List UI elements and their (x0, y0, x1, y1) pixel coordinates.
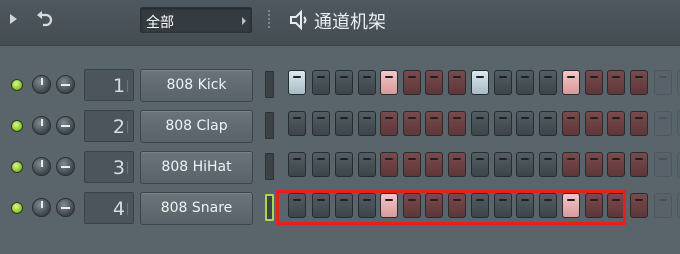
step-button[interactable] (585, 152, 603, 177)
step-button[interactable] (539, 111, 557, 136)
step-button[interactable] (312, 111, 330, 136)
category-dropdown[interactable]: 全部 (140, 7, 252, 33)
step-button[interactable] (630, 111, 648, 136)
channel-name-button[interactable]: 808 Clap (140, 110, 253, 143)
channel-number: 1 (112, 75, 125, 97)
step-button[interactable] (654, 70, 672, 95)
channel-name-button[interactable]: 808 Snare (140, 192, 253, 225)
step-button[interactable] (380, 111, 398, 136)
step-button[interactable] (335, 70, 353, 95)
step-button[interactable] (585, 111, 603, 136)
step-button[interactable] (471, 70, 489, 95)
step-button[interactable] (494, 70, 512, 95)
step-button[interactable] (380, 152, 398, 177)
channel-select-bar[interactable] (265, 153, 274, 180)
step-button[interactable] (539, 152, 557, 177)
pan-knob[interactable] (56, 75, 75, 94)
channel-row: 1 808 Kick (0, 66, 680, 107)
pan-knob[interactable] (56, 116, 75, 135)
step-button[interactable] (358, 152, 376, 177)
drag-grip-icon[interactable] (268, 10, 270, 30)
step-button[interactable] (335, 152, 353, 177)
step-button[interactable] (312, 152, 330, 177)
mixer-track-number[interactable]: 2 (84, 110, 134, 142)
dropdown-arrow-icon (242, 17, 246, 25)
mixer-track-number[interactable]: 1 (84, 69, 134, 101)
speaker-icon (290, 9, 307, 31)
step-button[interactable] (607, 70, 625, 95)
mute-led-icon[interactable] (11, 120, 23, 132)
step-button[interactable] (448, 70, 466, 95)
category-label: 全部 (146, 15, 174, 31)
step-button[interactable] (358, 70, 376, 95)
step-button[interactable] (448, 111, 466, 136)
pan-knob[interactable] (56, 157, 75, 176)
volume-knob[interactable] (32, 157, 51, 176)
step-button[interactable] (471, 152, 489, 177)
channel-select-bar[interactable] (265, 112, 274, 139)
channel-select-bar[interactable] (265, 194, 274, 221)
step-button[interactable] (312, 70, 330, 95)
step-button[interactable] (403, 70, 421, 95)
mute-led-icon[interactable] (11, 202, 23, 214)
step-button[interactable] (654, 152, 672, 177)
step-button[interactable] (494, 152, 512, 177)
step-button[interactable] (630, 70, 648, 95)
mixer-track-number[interactable]: 4 (84, 192, 134, 224)
step-button[interactable] (607, 152, 625, 177)
step-button[interactable] (403, 111, 421, 136)
mute-led-icon[interactable] (11, 161, 23, 173)
step-button[interactable] (403, 152, 421, 177)
step-button[interactable] (607, 111, 625, 136)
step-button[interactable] (654, 111, 672, 136)
step-button[interactable] (288, 152, 306, 177)
pan-knob[interactable] (56, 198, 75, 217)
mute-led-icon[interactable] (11, 79, 23, 91)
step-button[interactable] (516, 111, 534, 136)
step-button[interactable] (539, 70, 557, 95)
channel-number: 3 (112, 157, 125, 179)
step-button[interactable] (448, 152, 466, 177)
channel-rack-header: 全部 通道机架 (0, 0, 680, 46)
window-title: 通道机架 (314, 12, 386, 33)
step-button[interactable] (516, 70, 534, 95)
step-button[interactable] (562, 111, 580, 136)
highlight-box (276, 190, 626, 225)
volume-knob[interactable] (32, 198, 51, 217)
step-button[interactable] (425, 152, 443, 177)
channel-name-button[interactable]: 808 HiHat (140, 151, 253, 184)
step-button[interactable] (516, 152, 534, 177)
channel-row: 2 808 Clap (0, 107, 680, 148)
volume-knob[interactable] (32, 75, 51, 94)
step-button[interactable] (425, 111, 443, 136)
step-button[interactable] (630, 193, 648, 218)
step-button[interactable] (380, 70, 398, 95)
channel-number: 4 (112, 198, 125, 220)
step-button[interactable] (288, 111, 306, 136)
step-button[interactable] (562, 70, 580, 95)
play-arrow-icon[interactable] (10, 14, 17, 24)
step-button[interactable] (562, 152, 580, 177)
channel-number: 2 (112, 116, 125, 138)
step-button[interactable] (494, 111, 512, 136)
step-button[interactable] (585, 70, 603, 95)
undo-icon[interactable] (34, 9, 54, 31)
step-button[interactable] (358, 111, 376, 136)
step-button[interactable] (288, 70, 306, 95)
volume-knob[interactable] (32, 116, 51, 135)
channel-select-bar[interactable] (265, 71, 274, 98)
step-button[interactable] (630, 152, 648, 177)
step-button[interactable] (425, 70, 443, 95)
step-button[interactable] (335, 111, 353, 136)
step-button[interactable] (654, 193, 672, 218)
mixer-track-number[interactable]: 3 (84, 151, 134, 183)
channel-row: 3 808 HiHat (0, 148, 680, 189)
channel-name-button[interactable]: 808 Kick (140, 69, 253, 102)
step-button[interactable] (471, 111, 489, 136)
